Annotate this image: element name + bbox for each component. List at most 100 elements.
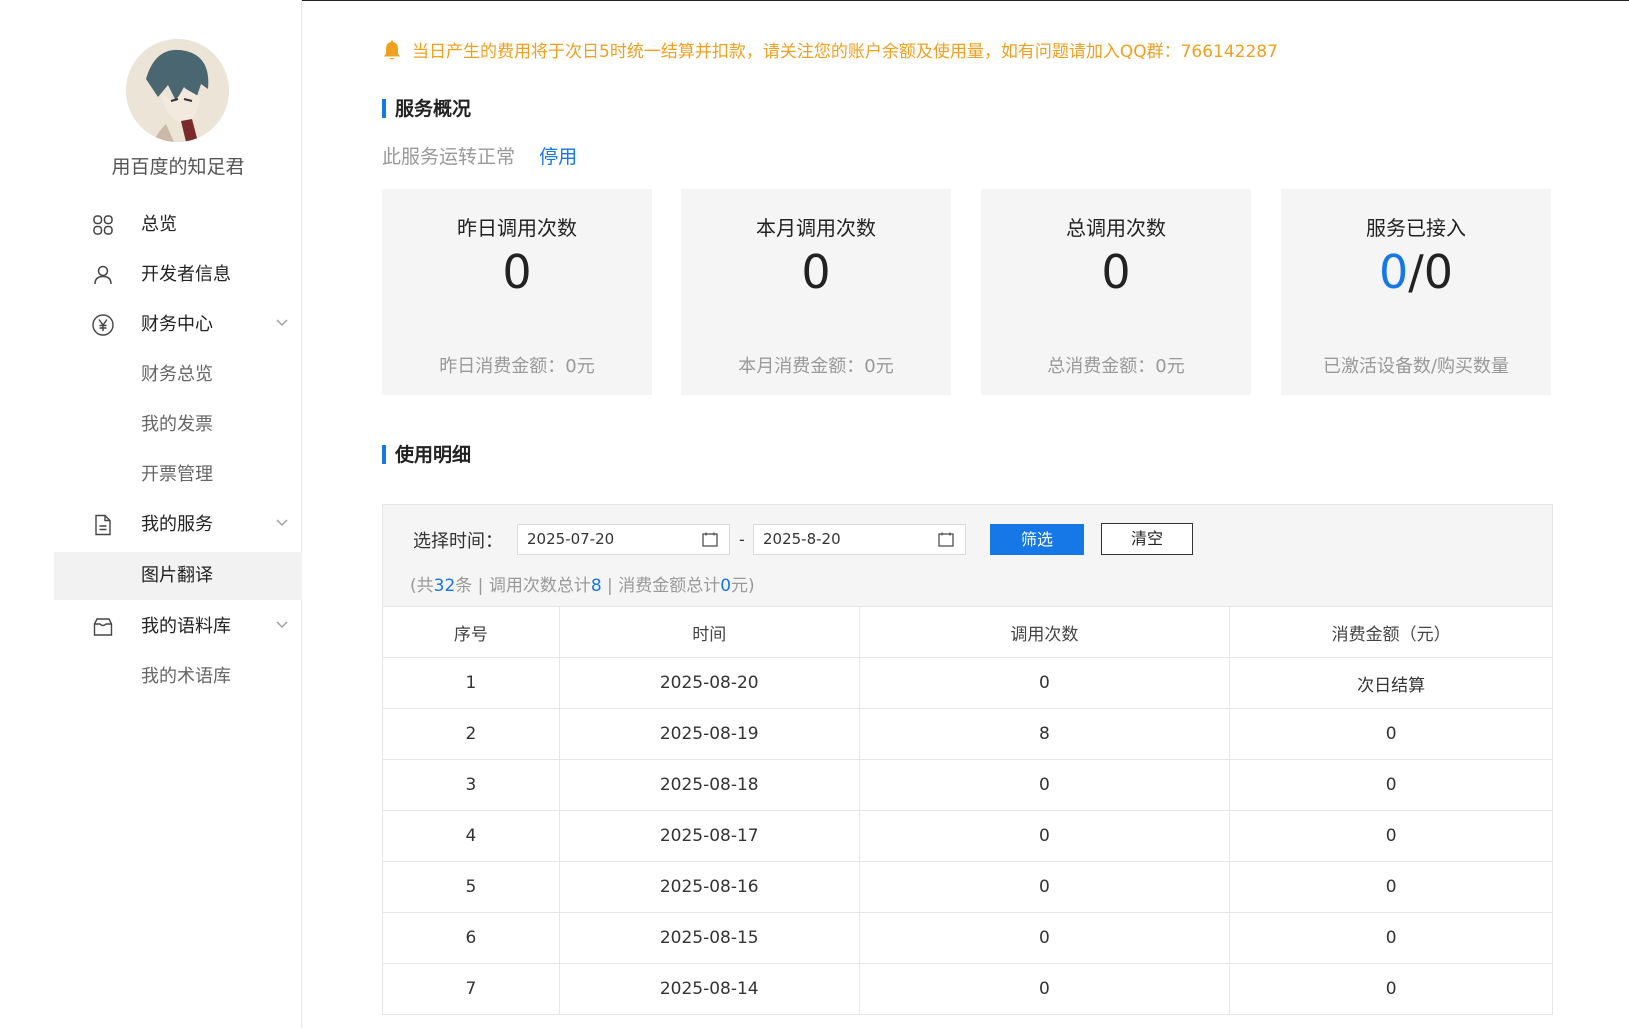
chevron-down-icon: [276, 319, 288, 326]
end-date-field[interactable]: 2025-8-20: [753, 524, 966, 555]
stat-card-title: 昨日调用次数: [457, 216, 577, 240]
sidebar-item-image-translation[interactable]: 图片翻译: [54, 552, 302, 600]
column-header: 序号: [382, 606, 560, 658]
table-cell: 6: [382, 912, 560, 964]
stat-card-value: 0: [1101, 245, 1131, 299]
clear-button[interactable]: 清空: [1101, 523, 1193, 555]
sidebar-item-label: 开票管理: [141, 464, 213, 485]
table-cell: 5: [382, 861, 560, 913]
stat-card-title: 服务已接入: [1366, 216, 1466, 240]
sidebar-item-my-invoices[interactable]: 我的发票: [0, 401, 302, 449]
sidebar: 用百度的知足君 总览 开发者信息 财务中心 财务总览 我的发票 开票管理 我的服…: [0, 0, 302, 1028]
table-cell: 2025-08-19: [558, 708, 860, 760]
table-cell: 8: [858, 708, 1231, 760]
table-cell: 2025-08-14: [558, 963, 860, 1015]
section-title-usage: 使用明细: [382, 444, 471, 466]
sidebar-item-label: 开发者信息: [141, 264, 231, 285]
start-date-value: 2025-07-20: [527, 530, 615, 548]
stat-card-devices: 服务已接入 0/0 已激活设备数/购买数量: [1281, 189, 1551, 395]
stat-card-value: 0/0: [1281, 249, 1551, 295]
table-cell: 2025-08-17: [558, 810, 860, 862]
avatar[interactable]: [126, 39, 229, 142]
total-amount: 0: [720, 576, 732, 596]
service-status-text: 此服务运转正常: [382, 146, 516, 168]
table-cell: 2025-08-18: [558, 759, 860, 811]
sidebar-item-my-corpus[interactable]: 我的语料库: [0, 603, 302, 651]
value-separator: /: [1408, 245, 1424, 299]
sidebar-item-invoice-management[interactable]: 开票管理: [0, 451, 302, 499]
summary-text: 条 | 调用次数总计: [455, 576, 591, 596]
table-cell: 0: [858, 759, 1231, 811]
inbox-icon: [93, 618, 113, 636]
table-cell: 7: [382, 963, 560, 1015]
stat-card-value: 0: [801, 245, 831, 299]
table-cell: 次日结算: [1229, 657, 1553, 709]
stat-card-footer: 总消费金额：0元: [1047, 356, 1185, 377]
section-title-overview: 服务概况: [382, 98, 471, 120]
yen-icon: [92, 314, 114, 336]
table-cell: 0: [1229, 708, 1553, 760]
calendar-icon[interactable]: [938, 532, 954, 547]
sidebar-item-finance[interactable]: 财务中心: [0, 301, 302, 349]
end-date-value: 2025-8-20: [763, 530, 841, 548]
table-cell: 0: [1229, 912, 1553, 964]
username: 用百度的知足君: [111, 156, 245, 178]
filter-label: 选择时间：: [413, 531, 503, 552]
chevron-down-icon: [276, 519, 288, 526]
sidebar-item-my-services[interactable]: 我的服务: [0, 501, 302, 549]
table-cell: 0: [1229, 963, 1553, 1015]
usage-table: 序号 时间 调用次数 消费金额（元） 1 2025-08-20 0 次日结算 2 202…: [382, 606, 1553, 1015]
sidebar-item-label: 我的服务: [141, 514, 213, 535]
purchased-count: 0: [1423, 245, 1454, 299]
user-icon: [94, 265, 112, 285]
stat-card-footer: 昨日消费金额：0元: [439, 356, 595, 377]
sidebar-item-label: 我的发票: [141, 414, 213, 435]
stat-card-month: 本月调用次数 0 本月消费金额：0元: [681, 189, 951, 395]
stat-card-title: 总调用次数: [1066, 216, 1166, 240]
record-count: 32: [433, 576, 456, 596]
sidebar-item-overview[interactable]: 总览: [0, 201, 302, 249]
column-header: 调用次数: [858, 606, 1231, 658]
table-cell: 0: [858, 810, 1231, 862]
summary-text: | 消费金额总计: [601, 576, 721, 596]
table-row: 6 2025-08-15 0 0: [382, 912, 1553, 964]
filter-button[interactable]: 筛选: [990, 524, 1084, 555]
table-cell: 0: [1229, 759, 1553, 811]
start-date-field[interactable]: 2025-07-20: [517, 524, 730, 555]
sidebar-item-label: 我的术语库: [141, 666, 231, 687]
table-row: 3 2025-08-18 0 0: [382, 759, 1553, 811]
document-icon: [95, 514, 111, 536]
sidebar-item-label: 图片翻译: [141, 565, 213, 586]
table-cell: 0: [858, 912, 1231, 964]
table-cell: 2025-08-15: [558, 912, 860, 964]
stat-card-yesterday: 昨日调用次数 0 昨日消费金额：0元: [382, 189, 652, 395]
table-cell: 0: [1229, 810, 1553, 862]
table-cell: 1: [382, 657, 560, 709]
sidebar-item-finance-overview[interactable]: 财务总览: [0, 351, 302, 399]
summary-text: 元): [731, 576, 755, 596]
sidebar-item-label: 总览: [141, 214, 177, 235]
table-row: 2 2025-08-19 8 0: [382, 708, 1553, 760]
sidebar-item-developer-info[interactable]: 开发者信息: [0, 251, 302, 299]
table-cell: 2025-08-20: [558, 657, 860, 709]
calendar-icon[interactable]: [702, 532, 718, 547]
table-cell: 3: [382, 759, 560, 811]
table-row: 4 2025-08-17 0 0: [382, 810, 1553, 862]
billing-notice: 当日产生的费用将于次日5时统一结算并扣款，请关注您的账户余额及使用量，如有问题请…: [382, 37, 1278, 62]
column-header: 时间: [558, 606, 860, 658]
stop-service-link[interactable]: 停用: [539, 146, 577, 168]
table-cell: 0: [1229, 861, 1553, 913]
date-range-separator: -: [739, 530, 745, 549]
summary-text: (共: [410, 576, 434, 596]
chevron-down-icon: [276, 621, 288, 628]
service-status: 此服务运转正常 停用: [382, 142, 577, 169]
stat-card-title: 本月调用次数: [756, 216, 876, 240]
table-cell: 0: [858, 963, 1231, 1015]
table-row: 1 2025-08-20 0 次日结算: [382, 657, 1553, 709]
sidebar-item-my-glossary[interactable]: 我的术语库: [0, 653, 302, 701]
stat-card-footer: 本月消费金额：0元: [738, 356, 894, 377]
table-row: 7 2025-08-14 0 0: [382, 963, 1553, 1015]
grid-icon: [93, 215, 113, 235]
table-header-row: 序号 时间 调用次数 消费金额（元）: [382, 606, 1553, 658]
table-cell: 2: [382, 708, 560, 760]
